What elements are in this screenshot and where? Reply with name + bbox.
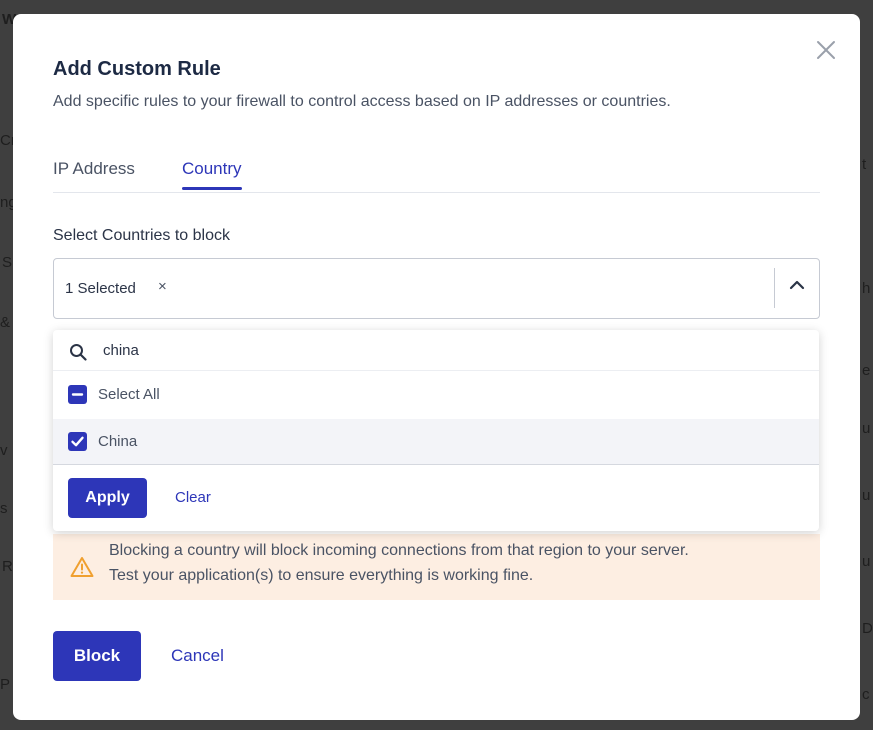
countries-select[interactable]: 1 Selected ×	[53, 258, 820, 319]
background-fragment: &	[0, 314, 11, 331]
select-divider	[774, 268, 775, 308]
warning-triangle-icon	[70, 557, 94, 577]
tab-ip-address[interactable]: IP Address	[53, 159, 135, 187]
background-fragment: S	[2, 254, 13, 271]
option-label: Select All	[98, 386, 160, 403]
cancel-button[interactable]: Cancel	[171, 646, 224, 666]
option-select-all[interactable]: Select All	[53, 372, 819, 417]
select-all-checkbox[interactable]	[68, 385, 87, 404]
modal-subtitle: Add specific rules to your firewall to c…	[53, 93, 671, 110]
background-fragment: c	[862, 686, 870, 703]
tab-country[interactable]: Country	[182, 159, 242, 190]
option-label: China	[98, 433, 138, 450]
close-icon	[817, 41, 835, 59]
selected-count-text: 1 Selected	[65, 280, 136, 297]
dropdown-footer: Apply Clear	[53, 464, 819, 531]
background-fragment: P	[0, 676, 11, 693]
clear-selection-icon[interactable]: ×	[158, 278, 167, 295]
background-fragment: D	[862, 620, 873, 637]
background-fragment: e	[862, 362, 871, 379]
warning-text-line1: Blocking a country will block incoming c…	[109, 542, 689, 559]
clear-button[interactable]: Clear	[175, 489, 211, 506]
checkmark-icon	[71, 436, 84, 447]
modal-title: Add Custom Rule	[53, 58, 221, 80]
countries-field-label: Select Countries to block	[53, 227, 230, 244]
rule-type-tabs: IP Address Country	[53, 159, 820, 193]
china-checkbox[interactable]	[68, 432, 87, 451]
close-button[interactable]	[814, 38, 838, 62]
add-custom-rule-modal: Add Custom Rule Add specific rules to yo…	[13, 14, 860, 720]
country-search-input[interactable]	[103, 339, 783, 361]
chevron-up-icon[interactable]	[787, 275, 807, 295]
apply-button[interactable]: Apply	[68, 478, 147, 518]
search-icon	[70, 344, 87, 361]
country-search-row	[53, 330, 819, 371]
warning-banner: Blocking a country will block incoming c…	[53, 534, 820, 600]
minus-icon	[71, 393, 84, 396]
warning-text-line2: Test your application(s) to ensure every…	[109, 567, 534, 584]
option-china[interactable]: China	[53, 419, 819, 464]
background-fragment: u	[862, 420, 871, 437]
background-fragment: s	[0, 500, 8, 517]
block-button[interactable]: Block	[53, 631, 141, 681]
background-fragment: u	[862, 487, 871, 504]
background-fragment: h	[862, 280, 871, 297]
background-fragment: t	[862, 156, 867, 173]
background-fragment: u	[862, 553, 871, 570]
background-fragment: v	[0, 442, 8, 459]
countries-dropdown: Select All China Apply Clear	[53, 330, 819, 531]
background-fragment: R	[2, 558, 13, 575]
